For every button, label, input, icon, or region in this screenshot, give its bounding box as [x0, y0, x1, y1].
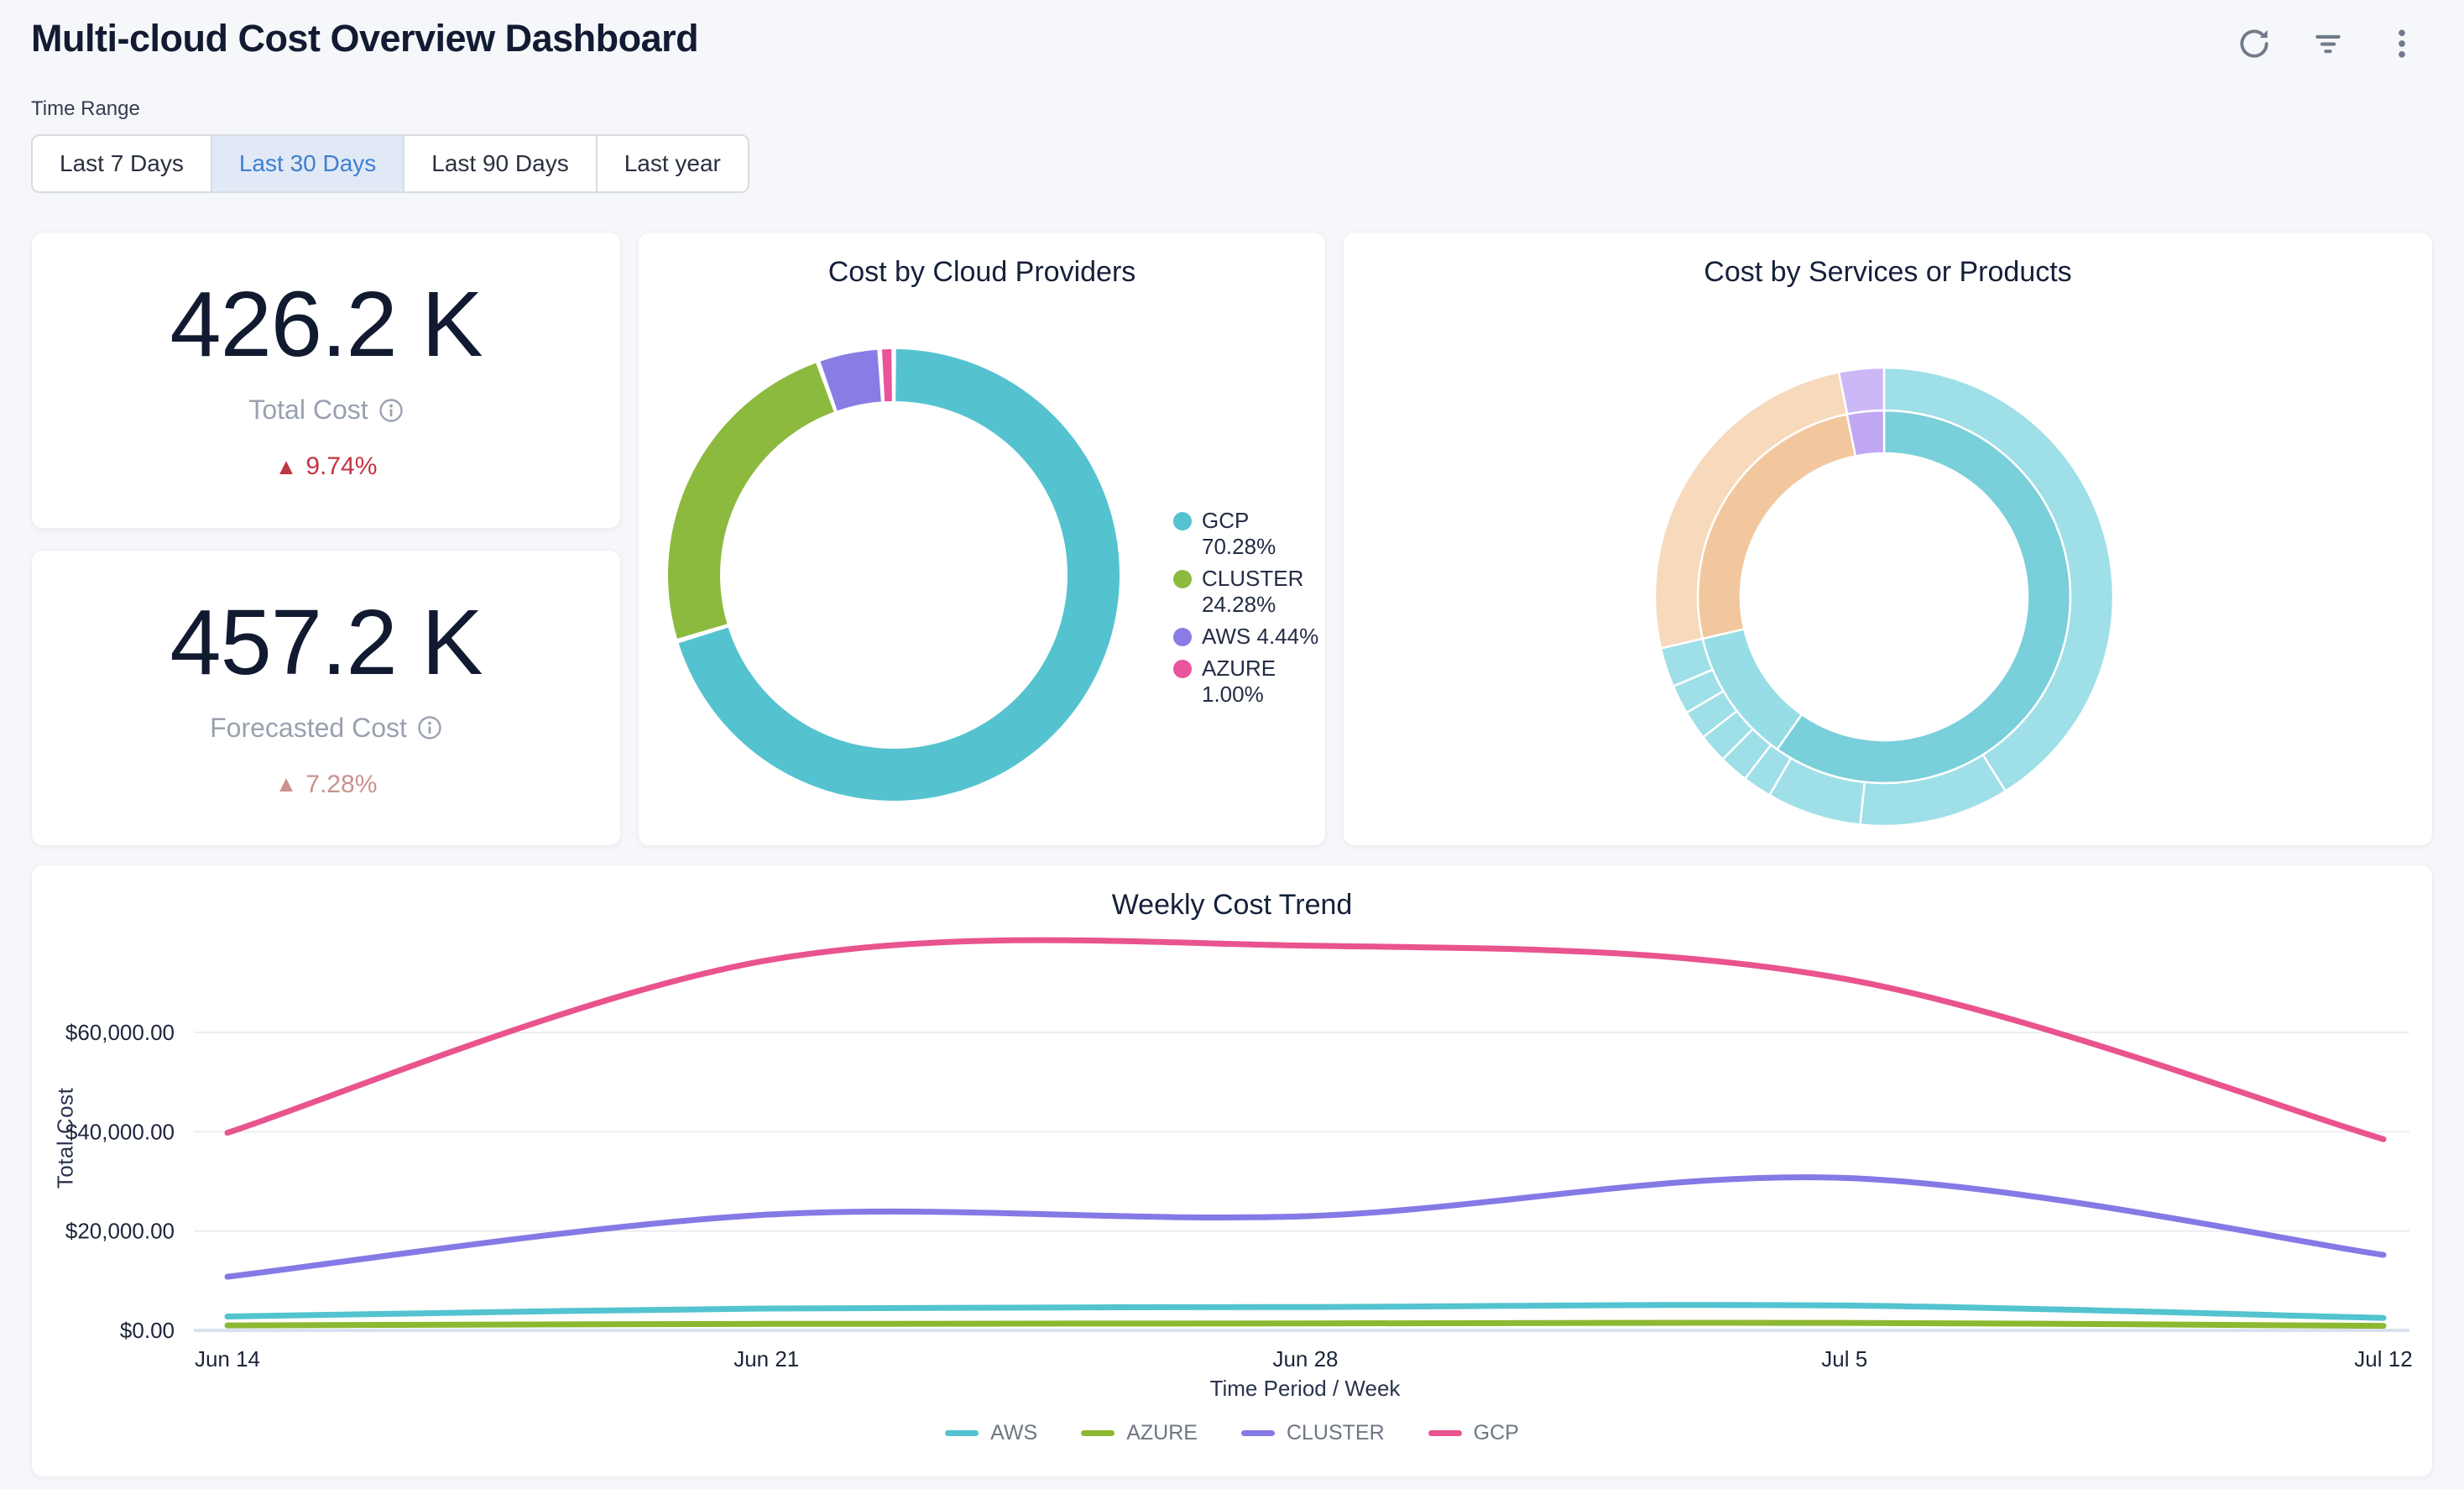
- legend-dot: [1173, 660, 1192, 678]
- series-line-azure[interactable]: [227, 1323, 2383, 1326]
- trend-legend-item-cluster[interactable]: CLUSTER: [1241, 1421, 1385, 1445]
- legend-dot: [1173, 570, 1192, 588]
- dashboard-header: Multi-cloud Cost Overview Dashboard: [0, 0, 2464, 65]
- legend-label: CLUSTER: [1287, 1421, 1385, 1445]
- refresh-button[interactable]: [2232, 22, 2276, 65]
- trend-legend-item-azure[interactable]: AZURE: [1081, 1421, 1198, 1445]
- delta-value: 9.74%: [305, 452, 377, 481]
- header-toolbar: [2232, 17, 2424, 65]
- providers-segment-cluster[interactable]: [668, 363, 834, 639]
- refresh-icon: [2236, 25, 2273, 62]
- time-range-option-last-90-days[interactable]: Last 90 Days: [403, 134, 597, 193]
- trend-legend: AWS AZURE CLUSTER GCP: [32, 1421, 2432, 1445]
- providers-segment-azure[interactable]: [882, 349, 892, 401]
- time-range-label: Time Range: [31, 97, 2433, 121]
- x-tick-label: Jun 21: [733, 1346, 799, 1371]
- time-range-option-last-7-days[interactable]: Last 7 Days: [31, 134, 212, 193]
- legend-label: AWS 4.44%: [1202, 624, 1318, 650]
- x-tick-label: Jun 14: [195, 1346, 260, 1371]
- forecasted-cost-card: 457.2 K Forecasted Cost ▲ 7.28%: [31, 550, 621, 847]
- series-line-cluster[interactable]: [227, 1178, 2383, 1277]
- legend-item-gcp[interactable]: GCP 70.28%: [1173, 508, 1324, 560]
- trend-legend-item-aws[interactable]: AWS: [945, 1421, 1037, 1445]
- trend-line-chart: $0.00 $20,000.00 $40,000.00 $60,000.00 Jun 1…: [32, 865, 2434, 1478]
- y-tick-label: $0.00: [120, 1318, 175, 1343]
- delta-up-icon: ▲: [275, 773, 298, 796]
- y-tick-label: $20,000.00: [65, 1219, 175, 1244]
- legend-label: GCP 70.28%: [1202, 508, 1324, 560]
- providers-legend: GCP 70.28% CLUSTER 24.28% AWS 4.44% AZURE 1…: [1173, 508, 1324, 713]
- delta-value: 7.28%: [305, 771, 377, 799]
- info-icon[interactable]: [417, 715, 442, 740]
- time-range-option-last-year[interactable]: Last year: [596, 134, 749, 193]
- legend-swatch: [945, 1430, 979, 1436]
- kebab-menu-icon: [2383, 25, 2420, 62]
- services-sunburst-chart: [1344, 232, 2434, 847]
- cost-by-providers-card: Cost by Cloud Providers GCP 70.28%CLUSTE…: [638, 232, 1326, 846]
- legend-dot: [1173, 512, 1192, 530]
- time-range-option-last-30-days[interactable]: Last 30 Days: [211, 134, 405, 193]
- time-range-group: Last 7 DaysLast 30 DaysLast 90 DaysLast …: [31, 134, 749, 193]
- legend-label: CLUSTER 24.28%: [1202, 566, 1324, 618]
- kpi-label-text: Forecasted Cost: [210, 713, 407, 744]
- series-line-gcp[interactable]: [227, 940, 2383, 1139]
- cost-by-services-card: Cost by Services or Products: [1343, 232, 2433, 846]
- y-tick-label: $40,000.00: [65, 1119, 175, 1144]
- legend-dot: [1173, 628, 1192, 646]
- info-icon[interactable]: [378, 398, 404, 423]
- trend-y-axis-label: Total Cost: [53, 1088, 79, 1189]
- legend-item-azure[interactable]: AZURE 1.00%: [1173, 656, 1324, 708]
- legend-label: GCP: [1474, 1421, 1519, 1445]
- kpi-column: 426.2 K Total Cost ▲ 9.74% 457.2 K Forec…: [31, 232, 621, 846]
- x-tick-label: Jul 12: [2354, 1346, 2412, 1371]
- weekly-cost-trend-card: Weekly Cost Trend $0.00$20,000.00$40,000…: [31, 865, 2433, 1477]
- dashboard-grid: 426.2 K Total Cost ▲ 9.74% 457.2 K Forec…: [0, 232, 2464, 846]
- delta-up-icon: ▲: [275, 456, 298, 478]
- filter-icon: [2310, 25, 2347, 62]
- forecasted-cost-delta: ▲ 7.28%: [275, 771, 378, 799]
- y-tick-label: $60,000.00: [65, 1020, 175, 1045]
- trend-legend-item-gcp[interactable]: GCP: [1428, 1421, 1519, 1445]
- more-menu-button[interactable]: [2380, 22, 2424, 65]
- total-cost-value: 426.2 K: [170, 279, 482, 371]
- legend-label: AWS: [990, 1421, 1037, 1445]
- page-title: Multi-cloud Cost Overview Dashboard: [31, 17, 698, 60]
- total-cost-card: 426.2 K Total Cost ▲ 9.74%: [31, 232, 621, 529]
- services-outer-sub-11[interactable]: [1839, 368, 1884, 414]
- legend-swatch: [1081, 1430, 1115, 1436]
- total-cost-delta: ▲ 9.74%: [275, 452, 378, 481]
- legend-item-aws[interactable]: AWS 4.44%: [1173, 624, 1324, 650]
- filter-button[interactable]: [2306, 22, 2350, 65]
- forecasted-cost-label: Forecasted Cost: [210, 713, 442, 744]
- legend-item-cluster[interactable]: CLUSTER 24.28%: [1173, 566, 1324, 618]
- forecasted-cost-value: 457.2 K: [170, 597, 482, 689]
- legend-swatch: [1241, 1430, 1275, 1436]
- legend-label: AZURE: [1126, 1421, 1198, 1445]
- series-line-aws[interactable]: [227, 1305, 2383, 1319]
- legend-swatch: [1428, 1430, 1462, 1436]
- legend-label: AZURE 1.00%: [1202, 656, 1324, 708]
- x-tick-label: Jul 5: [1821, 1346, 1867, 1371]
- trend-x-axis-label: Time Period / Week: [1210, 1376, 1402, 1401]
- kpi-label-text: Total Cost: [248, 394, 368, 426]
- total-cost-label: Total Cost: [248, 394, 403, 426]
- time-range-section: Time Range Last 7 DaysLast 30 DaysLast 9…: [0, 65, 2464, 193]
- x-tick-label: Jun 28: [1272, 1346, 1338, 1371]
